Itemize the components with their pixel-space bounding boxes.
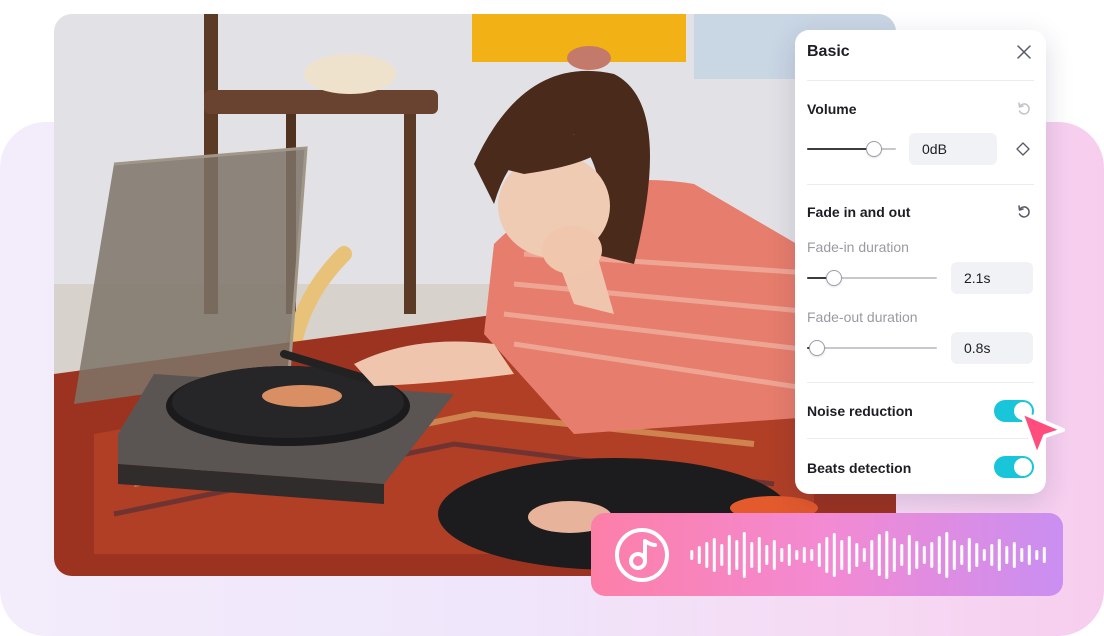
waveform-bar bbox=[750, 542, 754, 568]
panel-title: Basic bbox=[807, 43, 850, 60]
volume-label: Volume bbox=[807, 101, 857, 117]
waveform-bar bbox=[1027, 545, 1031, 565]
beats-detection-label: Beats detection bbox=[807, 460, 912, 476]
waveform-bar bbox=[705, 542, 709, 568]
slider-fill bbox=[807, 148, 874, 150]
waveform-bar bbox=[810, 549, 814, 561]
fade-label: Fade in and out bbox=[807, 204, 911, 220]
noise-reduction-label: Noise reduction bbox=[807, 403, 913, 419]
waveform-bar bbox=[757, 537, 761, 573]
waveform-bar bbox=[832, 533, 836, 577]
waveform-bar bbox=[892, 538, 896, 572]
audio-track-bar[interactable] bbox=[591, 513, 1063, 596]
reset-icon[interactable] bbox=[1016, 101, 1032, 117]
waveform-bar bbox=[945, 532, 949, 578]
waveform-bar bbox=[952, 540, 956, 570]
waveform-bar bbox=[690, 550, 694, 560]
basic-audio-panel: Basic Volume 0dB Fade in and out Fade-in… bbox=[795, 30, 1046, 494]
waveform-icon bbox=[690, 531, 1046, 579]
waveform-bar bbox=[862, 548, 866, 562]
divider bbox=[807, 438, 1034, 439]
waveform-bar bbox=[712, 538, 716, 572]
waveform-bar bbox=[900, 544, 904, 566]
waveform-bar bbox=[997, 539, 1001, 571]
waveform-bar bbox=[772, 540, 776, 570]
slider-track bbox=[807, 347, 937, 349]
close-icon[interactable] bbox=[1016, 44, 1032, 60]
waveform-bar bbox=[795, 550, 799, 560]
waveform-bar bbox=[780, 548, 784, 562]
volume-value-field[interactable]: 0dB bbox=[909, 133, 997, 165]
slider-knob[interactable] bbox=[809, 340, 826, 356]
waveform-bar bbox=[847, 536, 851, 574]
waveform-bar bbox=[802, 547, 806, 563]
fade-out-value-field[interactable]: 0.8s bbox=[951, 332, 1033, 364]
waveform-bar bbox=[960, 545, 964, 565]
waveform-bar bbox=[1020, 548, 1024, 562]
waveform-bar bbox=[870, 540, 874, 570]
keyframe-diamond-icon[interactable] bbox=[1015, 141, 1031, 157]
divider bbox=[807, 382, 1034, 383]
fade-out-label: Fade-out duration bbox=[807, 309, 918, 325]
waveform-bar bbox=[1005, 546, 1009, 564]
fade-in-value-field[interactable]: 2.1s bbox=[951, 262, 1033, 294]
slider-knob[interactable] bbox=[826, 270, 843, 286]
waveform-bar bbox=[877, 534, 881, 576]
waveform-bar bbox=[1035, 550, 1039, 560]
waveform-bar bbox=[907, 535, 911, 575]
waveform-bar bbox=[937, 536, 941, 574]
waveform-bar bbox=[787, 544, 791, 566]
waveform-bar bbox=[930, 542, 934, 568]
waveform-bar bbox=[922, 546, 926, 564]
waveform-bar bbox=[817, 543, 821, 567]
music-note-icon bbox=[615, 528, 669, 582]
reset-icon[interactable] bbox=[1016, 204, 1032, 220]
fade-in-label: Fade-in duration bbox=[807, 239, 909, 255]
waveform-bar bbox=[742, 532, 746, 578]
fade-in-slider[interactable] bbox=[807, 270, 937, 286]
waveform-bar bbox=[1042, 547, 1046, 563]
waveform-bar bbox=[840, 540, 844, 570]
waveform-bar bbox=[825, 537, 829, 573]
slider-knob[interactable] bbox=[865, 141, 882, 157]
waveform-bar bbox=[735, 540, 739, 570]
fade-out-slider[interactable] bbox=[807, 340, 937, 356]
waveform-bar bbox=[885, 531, 889, 579]
waveform-bar bbox=[697, 546, 701, 564]
waveform-bar bbox=[982, 549, 986, 561]
waveform-bar bbox=[1012, 542, 1016, 568]
waveform-bar bbox=[855, 543, 859, 567]
waveform-bar bbox=[765, 545, 769, 565]
pointer-cursor-icon bbox=[1019, 410, 1065, 458]
waveform-bar bbox=[975, 543, 979, 567]
waveform-bar bbox=[915, 541, 919, 569]
waveform-bar bbox=[727, 535, 731, 575]
divider bbox=[807, 80, 1034, 81]
divider bbox=[807, 184, 1034, 185]
waveform-bar bbox=[720, 544, 724, 566]
waveform-bar bbox=[967, 538, 971, 572]
preview-photo bbox=[54, 14, 896, 576]
waveform-bar bbox=[990, 544, 994, 566]
volume-slider[interactable] bbox=[807, 141, 896, 157]
